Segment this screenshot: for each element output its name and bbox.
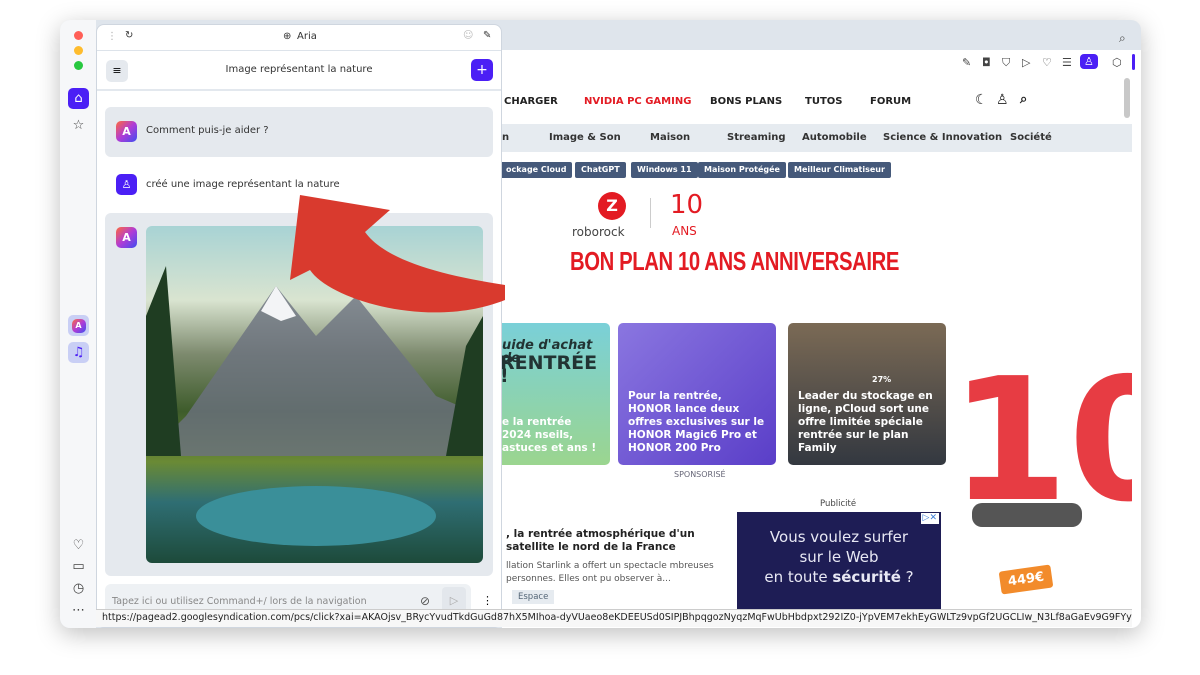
- generated-nature-image[interactable]: [146, 226, 483, 563]
- user-icon[interactable]: ♙: [996, 92, 1009, 108]
- ad-banner[interactable]: Vous voulez surfer sur le Web en toute sé…: [737, 512, 941, 612]
- tag-chip[interactable]: Meilleur Climatiseur: [788, 162, 891, 178]
- nav-nvidia[interactable]: NVIDIA PC GAMING: [584, 96, 691, 107]
- more-icon[interactable]: ⋯: [68, 600, 89, 621]
- ad-label: Publicité: [820, 499, 857, 509]
- home-icon[interactable]: ⌂: [68, 88, 89, 109]
- nav-telecharger[interactable]: CHARGER: [504, 96, 558, 107]
- article-title[interactable]: , la rentrée atmosphérique d'un satellit…: [506, 528, 726, 554]
- emoji-icon[interactable]: ☺: [463, 30, 473, 41]
- star-icon[interactable]: ☆: [68, 115, 89, 136]
- aria-avatar-icon: A: [116, 121, 137, 142]
- user-avatar-icon: ♙: [116, 174, 137, 195]
- conversation-title: Image représentant la nature: [225, 64, 373, 75]
- price-ticket: 449€: [998, 564, 1054, 595]
- banner-headline: BON PLAN 10 ANS ANNIVERSAIRE: [570, 246, 900, 276]
- more-options-icon[interactable]: ⋮: [482, 594, 493, 607]
- anniversary-text: ANS: [672, 224, 697, 238]
- close-window-button[interactable]: [74, 31, 83, 40]
- drag-handle-icon[interactable]: ⋮: [107, 31, 117, 42]
- tag-chip[interactable]: ockage Cloud: [502, 162, 573, 178]
- article-card[interactable]: 27% Leader du stockage en ligne, pCloud …: [788, 323, 946, 465]
- new-chat-button[interactable]: +: [471, 59, 493, 81]
- anniversary-number: 10: [670, 190, 704, 220]
- nav-forum[interactable]: FORUM: [870, 96, 911, 107]
- music-icon[interactable]: ♫: [68, 342, 89, 363]
- camera-icon[interactable]: ◘: [982, 56, 991, 69]
- assistant-image-message: A: [105, 213, 493, 576]
- heart-icon[interactable]: ♡: [68, 535, 89, 556]
- settings-icon[interactable]: ☰: [1062, 56, 1072, 69]
- browser-window: ⌂ ☆ A ♫ ♡ ▭ ◷ ⋯ ✎ ◘ ⛉ ▷ ♡ ☰ ♙ ⬡ CHARGER …: [60, 20, 1141, 628]
- address-bar[interactable]: ✎ ◘ ⛉ ▷ ♡ ☰ ♙: [502, 50, 1102, 76]
- assistant-message: A Comment puis-je aider ?: [105, 107, 493, 157]
- aria-panel: ⋮ ↻ ⊕ Aria ☺ ✎ ≡ Image représentant la n…: [96, 24, 502, 628]
- category-item[interactable]: Automobile: [802, 132, 867, 143]
- sponsored-label: SPONSORISÉ: [674, 470, 726, 479]
- extensions-icon[interactable]: ⬡: [1112, 56, 1122, 69]
- history-icon[interactable]: ◷: [68, 578, 89, 599]
- tag-chip[interactable]: Windows 11: [631, 162, 698, 178]
- article-card[interactable]: uide d'achat de RENTRÉE ! e la rentrée 2…: [502, 323, 610, 465]
- scrollbar[interactable]: [1124, 78, 1130, 118]
- maximize-window-button[interactable]: [74, 61, 83, 70]
- heart-icon[interactable]: ♡: [1042, 56, 1052, 69]
- globe-icon: ⊕: [283, 31, 292, 42]
- ad-close-icon[interactable]: ▷✕: [920, 513, 939, 524]
- category-nav: n Image & Son Maison Streaming Automobil…: [502, 124, 1132, 152]
- category-item[interactable]: Science & Innovation: [883, 132, 1002, 143]
- web-page: CHARGER NVIDIA PC GAMING BONS PLANS TUTO…: [502, 78, 1132, 628]
- tag-chip[interactable]: Maison Protégée: [698, 162, 786, 178]
- tag-chip[interactable]: ChatGPT: [575, 162, 626, 178]
- vacuum-image: [972, 503, 1082, 527]
- nav-bons-plans[interactable]: BONS PLANS: [710, 96, 782, 107]
- category-item[interactable]: Streaming: [727, 132, 786, 143]
- aria-icon[interactable]: A: [68, 315, 89, 336]
- category-item[interactable]: n: [502, 132, 509, 143]
- aria-avatar-icon: A: [116, 227, 137, 248]
- search-icon[interactable]: ⌕: [1020, 92, 1027, 107]
- category-item[interactable]: Maison: [650, 132, 690, 143]
- nav-tutos[interactable]: TUTOS: [805, 96, 842, 107]
- tabs-icon[interactable]: ▭: [68, 556, 89, 577]
- search-tabs-icon[interactable]: ⌕: [1119, 31, 1126, 46]
- shield-icon[interactable]: ⛉: [1002, 56, 1010, 70]
- roborock-logo: Z: [598, 192, 626, 220]
- browser-area: ✎ ◘ ⛉ ▷ ♡ ☰ ♙ ⬡ CHARGER NVIDIA PC GAMING…: [502, 50, 1141, 628]
- category-item[interactable]: Image & Son: [549, 132, 621, 143]
- panel-title: Aria: [297, 31, 317, 42]
- article-excerpt: llation Starlink a offert un spectacle m…: [506, 561, 714, 584]
- profile-icon[interactable]: ♙: [1080, 54, 1098, 69]
- minimize-window-button[interactable]: [74, 46, 83, 55]
- left-sidebar: ⌂ ☆ A ♫ ♡ ▭ ◷ ⋯: [60, 20, 96, 628]
- send-icon[interactable]: ▷: [1022, 56, 1030, 69]
- brand-name: roborock: [572, 225, 625, 239]
- article-card[interactable]: Pour la rentrée, HONOR lance deux offres…: [618, 323, 776, 465]
- article-tag[interactable]: Espace: [512, 590, 555, 604]
- dark-mode-icon[interactable]: ☾: [975, 92, 988, 108]
- status-bar-url: https://pagead2.googlesyndication.com/pc…: [96, 609, 1132, 627]
- category-item[interactable]: Société: [1010, 132, 1052, 143]
- attach-icon[interactable]: ⊘: [420, 594, 430, 608]
- upload-progress: 27%: [872, 375, 892, 384]
- pin-icon[interactable]: ✎: [483, 30, 491, 41]
- sidebar-indicator: [1132, 54, 1135, 70]
- edit-icon[interactable]: ✎: [962, 56, 971, 69]
- reload-icon[interactable]: ↻: [125, 30, 133, 41]
